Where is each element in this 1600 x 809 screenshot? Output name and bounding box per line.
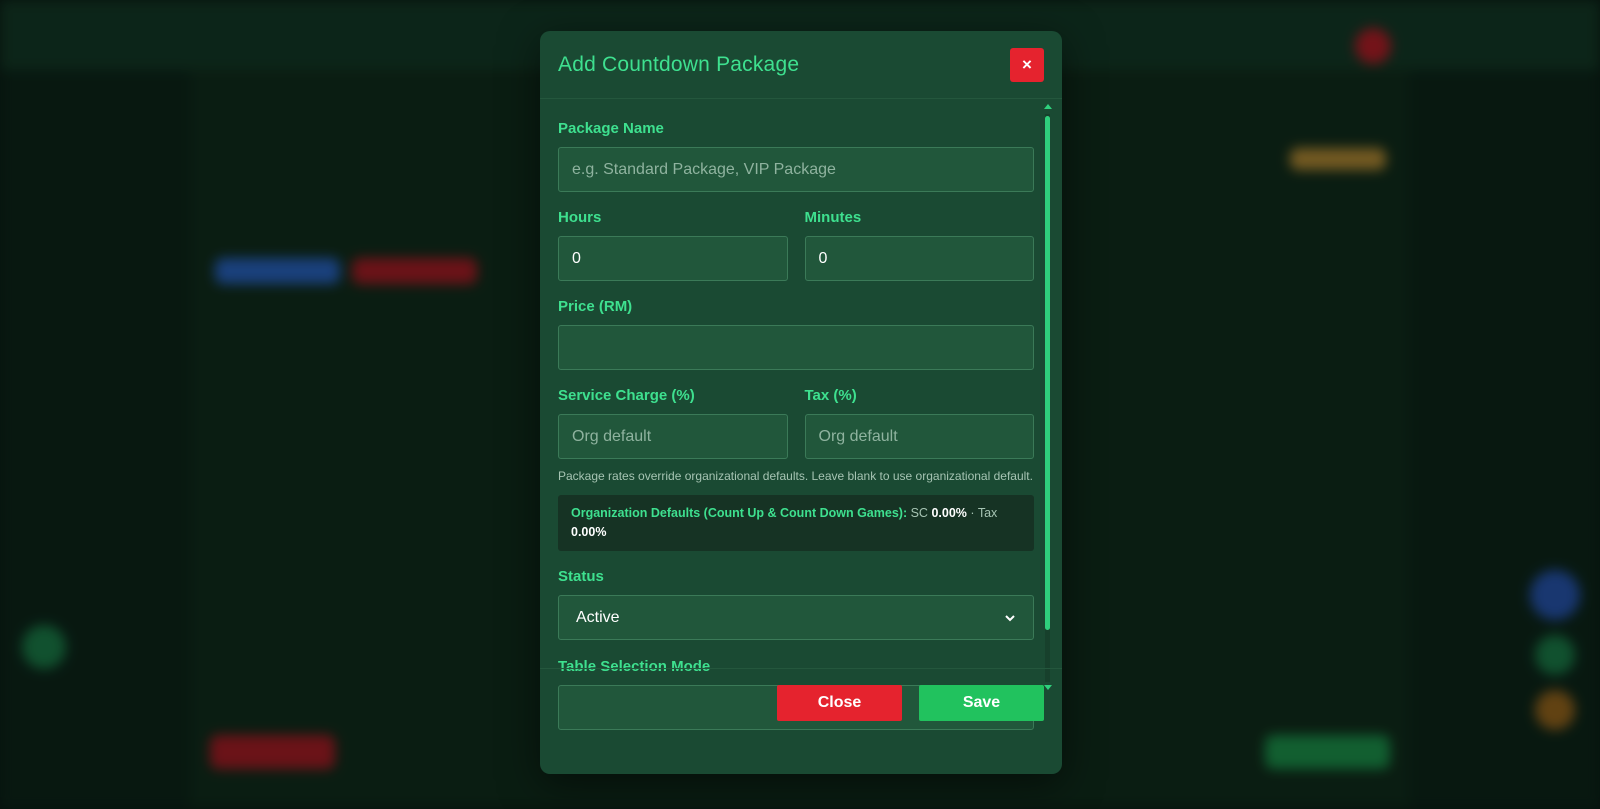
- modal-title: Add Countdown Package: [558, 52, 800, 76]
- hours-label: Hours: [558, 209, 602, 226]
- status-group: Status Active: [558, 568, 1034, 640]
- minutes-label: Minutes: [804, 209, 862, 226]
- tax-group: Tax (%) Org default: [804, 387, 1034, 459]
- minutes-input[interactable]: 0: [804, 236, 1034, 281]
- package-name-label: Package Name: [558, 120, 664, 137]
- scroll-thumb[interactable]: [1045, 116, 1050, 630]
- modal-footer: Close Save: [540, 668, 1062, 774]
- modal-form: Package Name e.g. Standard Package, VIP …: [558, 100, 1034, 730]
- status-label: Status: [558, 568, 604, 585]
- price-label: Price (RM): [558, 298, 633, 315]
- close-icon[interactable]: ×: [1010, 47, 1044, 82]
- status-selected-value: Active: [576, 608, 620, 626]
- sc-value: 0.00%: [931, 506, 967, 520]
- hours-group: Hours 0: [558, 209, 788, 281]
- package-name-input[interactable]: e.g. Standard Package, VIP Package: [558, 147, 1034, 192]
- status-select[interactable]: Active: [558, 595, 1034, 640]
- arrow-up-icon[interactable]: [1043, 102, 1053, 110]
- package-name-group: Package Name e.g. Standard Package, VIP …: [558, 120, 1034, 192]
- service-charge-group: Service Charge (%) Org default: [558, 387, 788, 459]
- price-group: Price (RM): [558, 298, 1034, 370]
- tax-input[interactable]: Org default: [804, 414, 1034, 459]
- org-defaults-label: Organization Defaults (Count Up & Count …: [571, 506, 908, 520]
- modal-scrollbar[interactable]: [1043, 102, 1053, 694]
- duration-row: Hours 0 Minutes 0: [558, 209, 1034, 281]
- hours-input[interactable]: 0: [558, 236, 788, 281]
- service-charge-label: Service Charge (%): [558, 387, 695, 404]
- modal-body[interactable]: Package Name e.g. Standard Package, VIP …: [540, 100, 1062, 736]
- modal-header: Add Countdown Package ×: [540, 31, 1062, 99]
- org-defaults-box: Organization Defaults (Count Up & Count …: [558, 495, 1034, 551]
- price-input[interactable]: [558, 325, 1034, 370]
- service-charge-input[interactable]: Org default: [558, 414, 788, 459]
- add-countdown-package-modal: Add Countdown Package × Package Name e.g…: [540, 31, 1062, 774]
- save-button[interactable]: Save: [919, 685, 1044, 721]
- chevron-down-icon: [1005, 614, 1015, 621]
- minutes-group: Minutes 0: [804, 209, 1034, 281]
- sc-prefix: SC: [910, 506, 928, 520]
- tax-prefix: Tax: [977, 506, 998, 520]
- rates-hint: Package rates override organizational de…: [558, 469, 1033, 483]
- close-button[interactable]: Close: [777, 685, 902, 721]
- tax-value: 0.00%: [571, 525, 607, 539]
- tax-label: Tax (%): [804, 387, 857, 404]
- rates-row: Service Charge (%) Org default Tax (%) O…: [558, 387, 1034, 459]
- defaults-separator: ·: [970, 506, 975, 520]
